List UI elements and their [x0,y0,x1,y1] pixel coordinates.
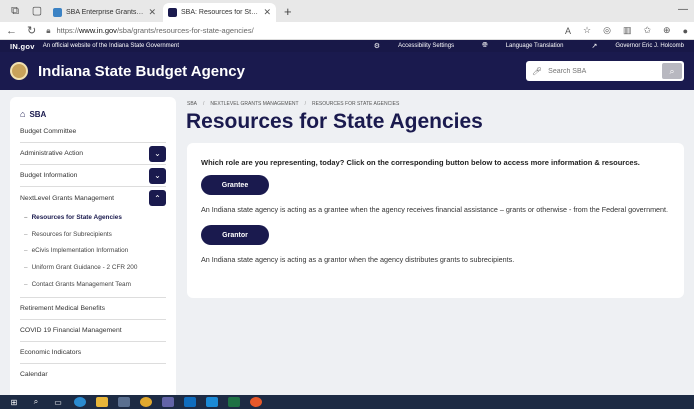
collections-icon[interactable]: ⊕ [663,25,671,36]
tab-actions-icon[interactable]: ▢ [29,3,45,19]
breadcrumb-sba[interactable]: SBA [187,101,197,107]
firefox-icon[interactable] [250,397,262,407]
sidebar-item-covid[interactable]: COVID 19 Financial Management [20,320,166,342]
breadcrumb-grants[interactable]: NEXTLEVEL GRANTS MANAGEMENT [210,101,298,107]
accessibility-icon: ⚙ [373,43,381,50]
close-tab-icon[interactable]: ✕ [148,7,156,18]
file-explorer-icon[interactable] [96,397,108,407]
sidebar-item-administrative-action[interactable]: Administrative Action ⌄ [20,143,166,165]
sidebar-subitem-ecivis[interactable]: – eCivis Implementation Information [20,243,166,260]
onedrive-icon[interactable] [206,397,218,407]
read-aloud-icon[interactable]: A [565,26,571,36]
sidebar-item-calendar[interactable]: Calendar [20,364,166,386]
new-tab-icon[interactable]: + [284,4,292,19]
search-input[interactable] [548,67,662,75]
agency-header: Indiana State Budget Agency 🎤︎ ⌕ [0,52,694,90]
globe-icon: 🌐︎ [482,42,488,49]
chrome-icon[interactable] [140,397,152,407]
sidebar-item-nextlevel-grants[interactable]: NextLevel Grants Management ⌃ [20,187,166,209]
sidebar-subitem-uniform-guidance[interactable]: – Uniform Grant Guidance - 2 CFR 200 [20,259,166,276]
page-title: Resources for State Agencies [186,110,483,133]
browser-tab-1[interactable]: SBA Enterprise Grants Managem ✕ [48,3,161,22]
edge-icon[interactable] [74,397,86,407]
sidebar-submenu: – Resources for State Agencies – Resources… [20,209,166,298]
role-question: Which role are you representing, today? … [201,158,640,167]
grantee-button[interactable]: Grantee [201,175,269,195]
governor-link[interactable]: ↗ Governor Eric J. Holcomb [577,42,684,50]
official-site-text: An official website of the Indiana State… [42,43,180,49]
chevron-down-icon[interactable]: ⌄ [149,167,166,184]
grantee-description: An Indiana state agency is acting as a g… [201,205,669,214]
search-box: 🎤︎ ⌕ [526,61,684,81]
sidebar-item-retirement[interactable]: Retirement Medical Benefits [20,298,166,320]
excel-icon[interactable] [228,397,240,407]
outlook-icon[interactable] [184,397,196,407]
ingov-logo[interactable]: IN.gov [10,42,35,51]
close-tab-icon[interactable]: ✕ [263,7,271,18]
breadcrumb-current: RESOURCES FOR STATE AGENCIES [311,101,400,107]
chevron-up-icon[interactable]: ⌃ [149,190,166,206]
sidebar-item-economic-indicators[interactable]: Economic Indicators [20,342,166,364]
workspaces-icon[interactable]: ⧉ [7,3,23,19]
task-view-icon[interactable]: ▭ [52,397,64,407]
sidebar-subitem-subrecipients[interactable]: – Resources for Subrecipients [20,226,166,243]
url-field[interactable]: 🔒︎ https://www.in.gov/sba/grants/resourc… [46,26,553,36]
search-button[interactable]: ⌕ [662,63,682,79]
breadcrumb: SBA / NEXTLEVEL GRANTS MANAGEMENT / RESO… [187,101,400,107]
browser-tab-2[interactable]: SBA: Resources for State Agencie ✕ [163,3,276,22]
agency-title[interactable]: Indiana State Budget Agency [38,63,245,80]
minimize-icon[interactable]: — [678,4,688,15]
home-icon: ⌂ [20,109,26,119]
external-link-icon: ↗ [591,43,598,50]
favorite-star-icon[interactable]: ☆ [583,25,591,36]
start-icon[interactable]: ⊞ [8,397,20,407]
profile-icon[interactable]: ● [683,26,688,36]
browser-tab-bar: ⧉ ▢ SBA Enterprise Grants Managem ✕ SBA:… [0,0,694,22]
sidebar-item-budget-committee[interactable]: Budget Committee [20,121,166,143]
grantor-button[interactable]: Grantor [201,225,269,245]
favicon-icon [168,8,177,17]
lock-icon: 🔒︎ [46,25,51,35]
back-icon[interactable]: ← [6,25,17,37]
sidebar-item-budget-information[interactable]: Budget Information ⌄ [20,165,166,187]
sidebar-subitem-state-agencies[interactable]: – Resources for State Agencies [20,209,166,226]
os-taskbar: ⊞ ⌕ ▭ [0,395,694,409]
extension-icon[interactable]: ◎ [603,25,611,36]
accessibility-link[interactable]: ⚙ Accessibility Settings [360,42,454,50]
role-selection-card: Which role are you representing, today? … [187,143,684,298]
microphone-icon[interactable]: 🎤︎ [532,67,542,76]
sidebar-home[interactable]: ⌂ SBA [20,107,166,121]
ingov-top-bar: IN.gov An official website of the Indian… [0,40,694,52]
refresh-icon[interactable]: ↻ [27,24,36,37]
chevron-down-icon[interactable]: ⌄ [149,145,166,162]
sidebar-nav: ⌂ SBA Budget Committee Administrative Ac… [10,97,176,395]
favicon-icon [53,8,62,17]
store-icon[interactable] [118,397,130,407]
grantor-description: An Indiana state agency is acting as a g… [201,255,515,264]
sidebar-subitem-contact[interactable]: – Contact Grants Management Team [20,276,166,293]
state-seal-logo[interactable] [10,62,28,80]
search-icon: ⌕ [669,65,675,76]
search-icon[interactable]: ⌕ [30,397,42,407]
address-bar: ← ↻ 🔒︎ https://www.in.gov/sba/grants/res… [0,22,694,40]
translation-link[interactable]: 🌐︎ Language Translation [468,42,563,50]
favorites-icon[interactable]: ✩ [643,25,651,36]
split-screen-icon[interactable]: ▥ [623,25,632,36]
teams-icon[interactable] [162,397,174,407]
